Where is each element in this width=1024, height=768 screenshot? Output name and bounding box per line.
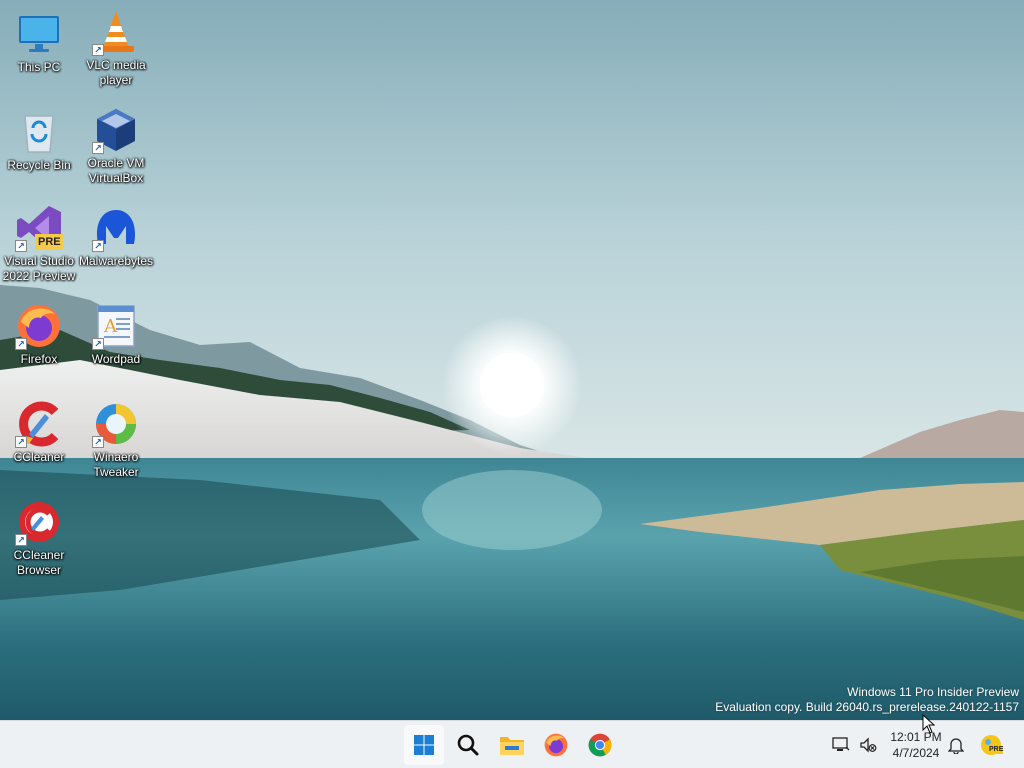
desktop-icon-vlc[interactable]: ↗ VLC media player <box>77 8 155 88</box>
desktop-icon-visual-studio-preview[interactable]: PRE ↗ Visual Studio 2022 Preview <box>0 204 78 284</box>
desktop-icon-label: VLC media player <box>86 58 146 87</box>
search-icon <box>457 734 479 756</box>
shortcut-arrow-icon: ↗ <box>92 142 104 154</box>
desktop-icon-label: CCleaner <box>13 450 65 464</box>
desktop-icon-label: Visual Studio 2022 Preview <box>2 254 76 283</box>
ccleaner-icon: ↗ <box>15 400 63 448</box>
vlc-cone-icon: ↗ <box>92 8 140 56</box>
desktop-icon-label: CCleaner Browser <box>13 548 65 577</box>
pre-badge: PRE <box>38 236 61 248</box>
volume-tray-button[interactable] <box>852 725 884 765</box>
chrome-icon <box>588 733 612 757</box>
volume-muted-icon <box>860 737 877 753</box>
desktop-icon-recycle-bin[interactable]: Recycle Bin <box>0 108 78 173</box>
wordpad-icon: A ↗ <box>92 302 140 350</box>
desktop-icon-ccleaner-browser[interactable]: ↗ CCleaner Browser <box>0 498 78 578</box>
chrome-taskbar-button[interactable] <box>580 725 620 765</box>
shortcut-arrow-icon: ↗ <box>15 338 27 350</box>
desktop-icon-label: This PC <box>17 60 61 74</box>
mouse-cursor-icon <box>922 714 936 734</box>
desktop-icon-label: Oracle VM VirtualBox <box>87 156 145 185</box>
desktop-icon-label: Winaero Tweaker <box>93 450 139 479</box>
firefox-taskbar-button[interactable] <box>536 725 576 765</box>
ccleaner-browser-icon: ↗ <box>15 498 63 546</box>
file-explorer-button[interactable] <box>492 725 532 765</box>
folder-icon <box>500 737 524 755</box>
shortcut-arrow-icon: ↗ <box>15 534 27 546</box>
search-button[interactable] <box>448 725 488 765</box>
desktop-icon-label: Wordpad <box>91 352 141 366</box>
watermark-build: Evaluation copy. Build 26040.rs_prerelea… <box>715 700 1019 714</box>
taskbar-clock[interactable]: 12:01 PM 4/7/2024 <box>884 729 948 761</box>
malwarebytes-icon: ↗ <box>92 204 140 252</box>
svg-text:A: A <box>103 316 118 337</box>
insider-pre-label: PRE <box>989 746 1004 754</box>
taskbar: 12:01 PM 4/7/2024 PRE <box>0 720 1024 768</box>
start-button[interactable] <box>404 725 444 765</box>
notification-center-button[interactable] <box>940 725 972 765</box>
visual-studio-preview-icon: PRE ↗ <box>15 204 63 252</box>
shortcut-arrow-icon: ↗ <box>92 338 104 350</box>
clock-date: 4/7/2024 <box>892 746 940 760</box>
bell-icon <box>948 738 964 754</box>
shortcut-arrow-icon: ↗ <box>92 436 104 448</box>
windows-build-watermark: Windows 11 Pro Insider Preview Evaluatio… <box>715 685 1019 715</box>
clock-time: 12:01 PM <box>890 730 942 744</box>
desktop-icon-label: Recycle Bin <box>7 158 71 172</box>
desktop-icon-firefox[interactable]: ↗ Firefox <box>0 302 78 367</box>
desktop-icon-winaero-tweaker[interactable]: ↗ Winaero Tweaker <box>77 400 155 480</box>
watermark-edition: Windows 11 Pro Insider Preview <box>847 685 1019 699</box>
windows-start-icon <box>414 735 434 755</box>
desktop-icon-label: Firefox <box>20 352 58 366</box>
firefox-icon <box>544 733 568 757</box>
insider-pre-icon: PRE <box>980 733 1004 757</box>
desktop-icon-this-pc[interactable]: This PC <box>0 10 78 75</box>
recycle-bin-icon <box>15 108 63 156</box>
desktop-icon-virtualbox[interactable]: ↗ Oracle VM VirtualBox <box>77 106 155 186</box>
monitor-icon <box>15 10 63 58</box>
shortcut-arrow-icon: ↗ <box>92 240 104 252</box>
shortcut-arrow-icon: ↗ <box>92 44 104 56</box>
shortcut-arrow-icon: ↗ <box>15 240 27 252</box>
desktop-icon-label: Malwarebytes <box>78 254 154 268</box>
insider-badge-button[interactable]: PRE <box>976 725 1008 765</box>
desktop-icon-malwarebytes[interactable]: ↗ Malwarebytes <box>77 204 155 269</box>
winaero-tweaker-icon: ↗ <box>92 400 140 448</box>
shortcut-arrow-icon: ↗ <box>15 436 27 448</box>
desktop-icon-wordpad[interactable]: A ↗ Wordpad <box>77 302 155 367</box>
network-icon <box>832 737 850 751</box>
firefox-icon: ↗ <box>15 302 63 350</box>
desktop-icon-ccleaner[interactable]: ↗ CCleaner <box>0 400 78 465</box>
virtualbox-icon: ↗ <box>92 106 140 154</box>
